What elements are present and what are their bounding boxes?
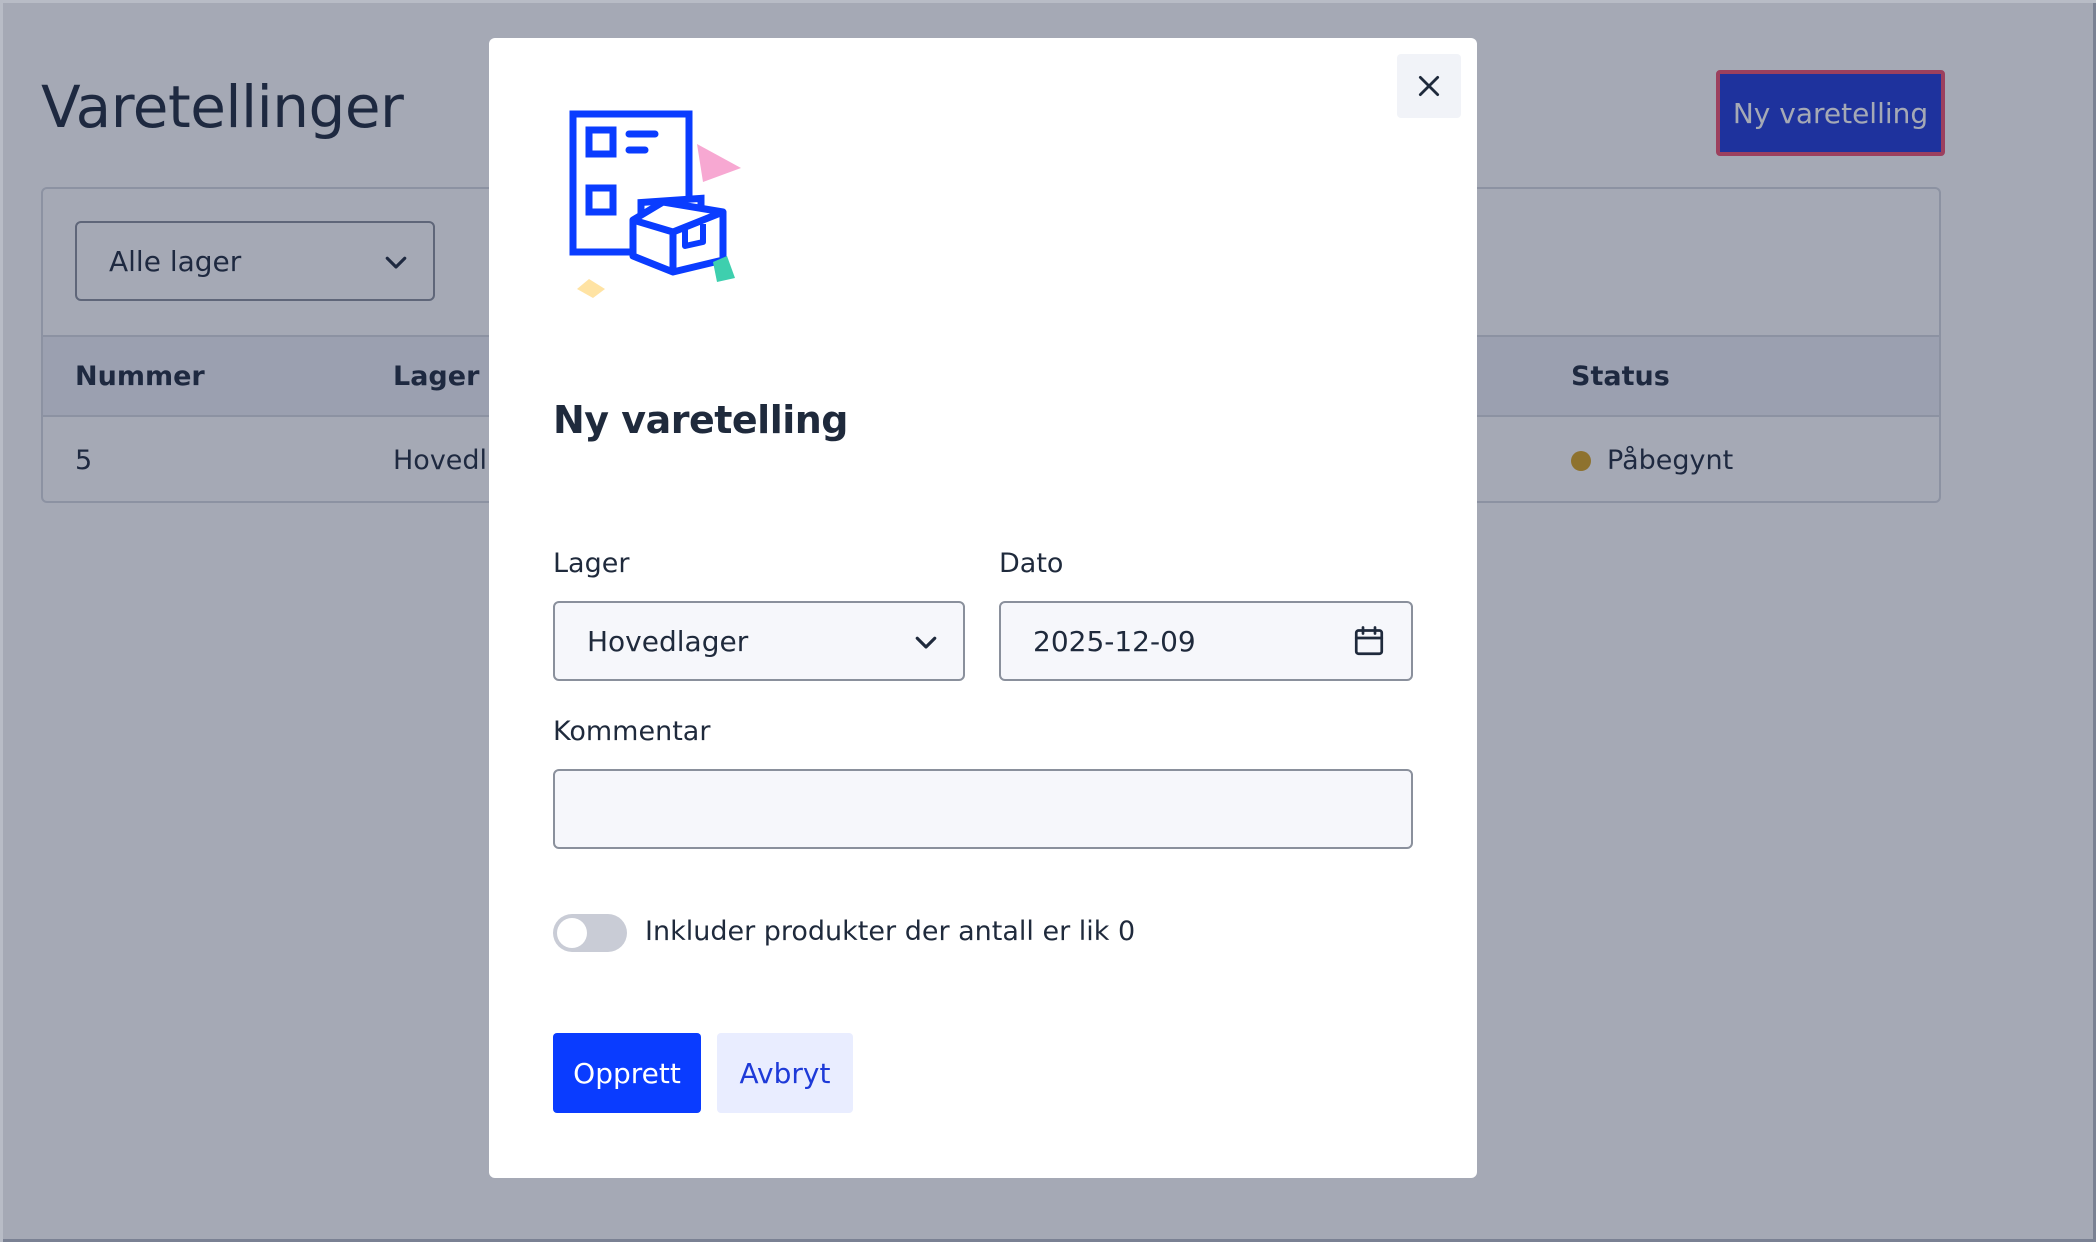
- close-button[interactable]: [1397, 54, 1461, 118]
- date-label: Dato: [999, 548, 1064, 579]
- calendar-icon[interactable]: [1351, 623, 1387, 659]
- close-icon: [1418, 75, 1440, 97]
- comment-input[interactable]: [553, 769, 1413, 849]
- include-zero-toggle[interactable]: [553, 914, 627, 952]
- chevron-down-icon: [915, 636, 937, 649]
- warehouse-label: Lager: [553, 548, 630, 579]
- dialog-title: Ny varetelling: [553, 398, 849, 442]
- date-input-value: 2025-12-09: [1033, 624, 1196, 658]
- inventory-count-illustration-icon: [569, 110, 741, 298]
- include-zero-label: Inkluder produkter der antall er lik 0: [645, 916, 1136, 947]
- app-window: Varetellinger Ny varetelling Alle lager …: [0, 0, 2096, 1242]
- toggle-knob: [557, 918, 587, 948]
- date-input[interactable]: 2025-12-09: [999, 601, 1413, 681]
- new-count-dialog: Ny varetelling Lager Hovedlager Dato 202…: [489, 38, 1477, 1178]
- warehouse-select[interactable]: Hovedlager: [553, 601, 965, 681]
- warehouse-select-value: Hovedlager: [587, 624, 749, 658]
- create-button[interactable]: Opprett: [553, 1033, 701, 1113]
- cancel-button[interactable]: Avbryt: [717, 1033, 853, 1113]
- comment-label: Kommentar: [553, 716, 711, 747]
